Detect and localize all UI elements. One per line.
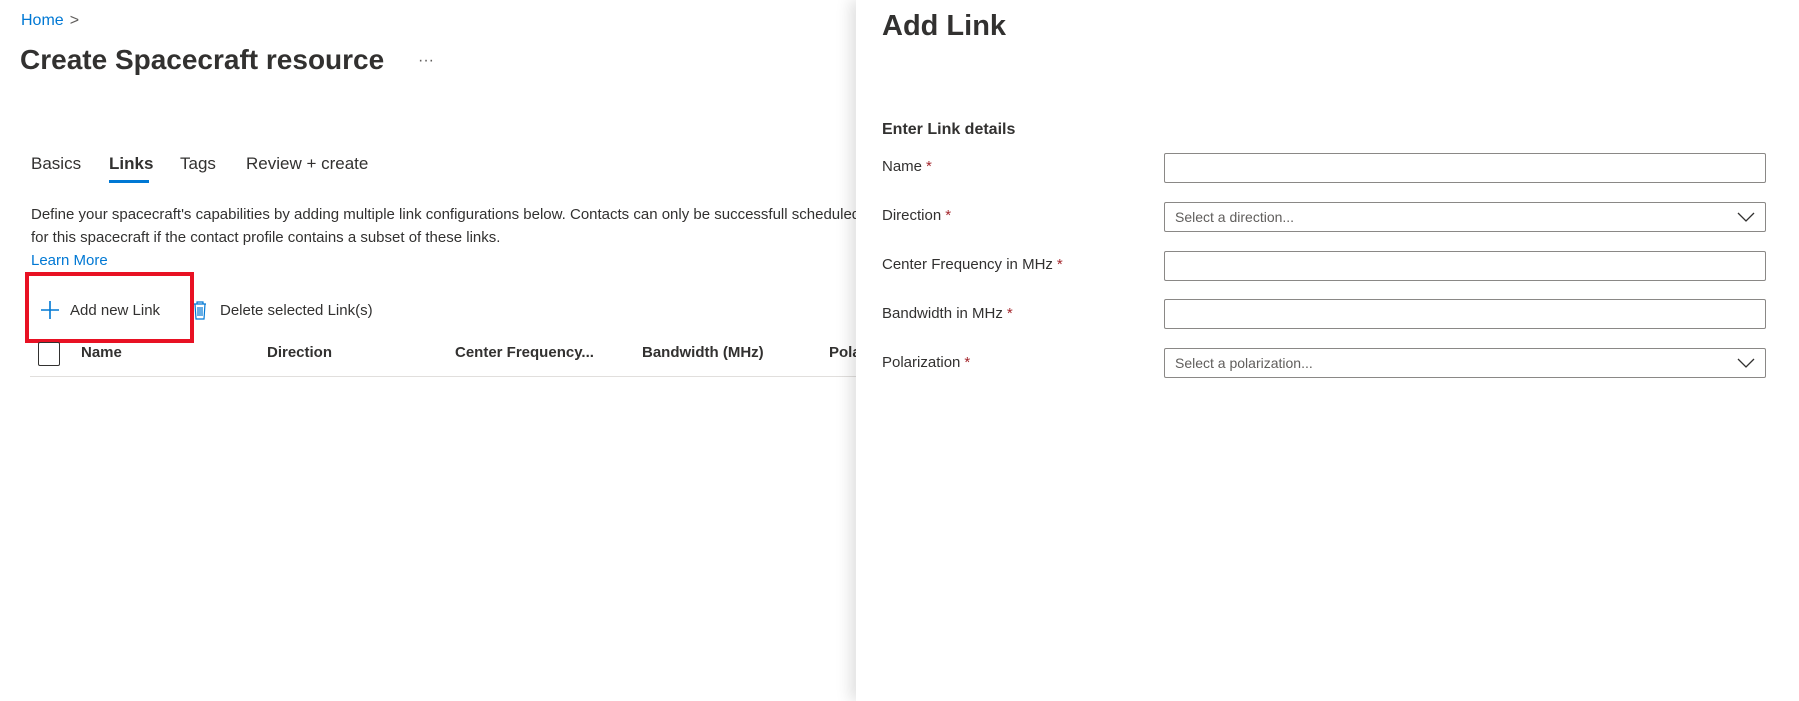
- polarization-label: Polarization *: [882, 354, 971, 371]
- direction-label: Direction *: [882, 207, 952, 224]
- more-options-button[interactable]: ···: [418, 52, 434, 70]
- section-heading: Enter Link details: [882, 121, 1016, 138]
- panel-title: Add Link: [882, 10, 1007, 42]
- bandwidth-input[interactable]: [1164, 299, 1766, 329]
- delete-links-button[interactable]: Delete selected Link(s): [192, 300, 373, 320]
- learn-more-link[interactable]: Learn More: [31, 249, 861, 272]
- center-frequency-label: Center Frequency in MHz *: [882, 256, 1063, 273]
- chevron-down-icon: [1737, 212, 1755, 222]
- polarization-dropdown[interactable]: Select a polarization...: [1164, 348, 1766, 378]
- tab-basics[interactable]: Basics: [31, 154, 81, 174]
- tab-tags[interactable]: Tags: [180, 154, 216, 174]
- chevron-right-icon: >: [69, 12, 80, 29]
- tab-review-create[interactable]: Review + create: [246, 154, 368, 174]
- add-new-link-button[interactable]: Add new Link: [40, 300, 160, 320]
- tab-links[interactable]: Links: [109, 154, 153, 174]
- description: Define your spacecraft's capabilities by…: [31, 203, 861, 272]
- plus-icon: [41, 301, 59, 319]
- chevron-down-icon: [1737, 358, 1755, 368]
- column-header-center-frequency[interactable]: Center Frequency...: [455, 344, 594, 361]
- add-new-link-label: Add new Link: [70, 301, 161, 319]
- table-divider: [30, 376, 856, 377]
- name-label: Name *: [882, 158, 932, 175]
- page-title: Create Spacecraft resource: [20, 44, 385, 75]
- breadcrumb-home[interactable]: Home: [21, 12, 64, 29]
- active-tab-indicator: [109, 180, 149, 183]
- add-link-panel: Add Link Enter Link details Name * Direct…: [856, 0, 1799, 701]
- select-all-checkbox[interactable]: [38, 342, 60, 366]
- description-text: Define your spacecraft's capabilities by…: [31, 206, 861, 246]
- column-header-name[interactable]: Name: [81, 344, 122, 361]
- column-header-direction[interactable]: Direction: [267, 344, 332, 361]
- center-frequency-input[interactable]: [1164, 251, 1766, 281]
- delete-links-label: Delete selected Link(s): [220, 301, 373, 319]
- breadcrumb: Home >: [21, 12, 79, 30]
- bandwidth-label: Bandwidth in MHz *: [882, 305, 1013, 322]
- direction-dropdown[interactable]: Select a direction...: [1164, 202, 1766, 232]
- trash-icon: [194, 301, 206, 320]
- name-input[interactable]: [1164, 153, 1766, 183]
- column-header-bandwidth[interactable]: Bandwidth (MHz): [642, 344, 764, 361]
